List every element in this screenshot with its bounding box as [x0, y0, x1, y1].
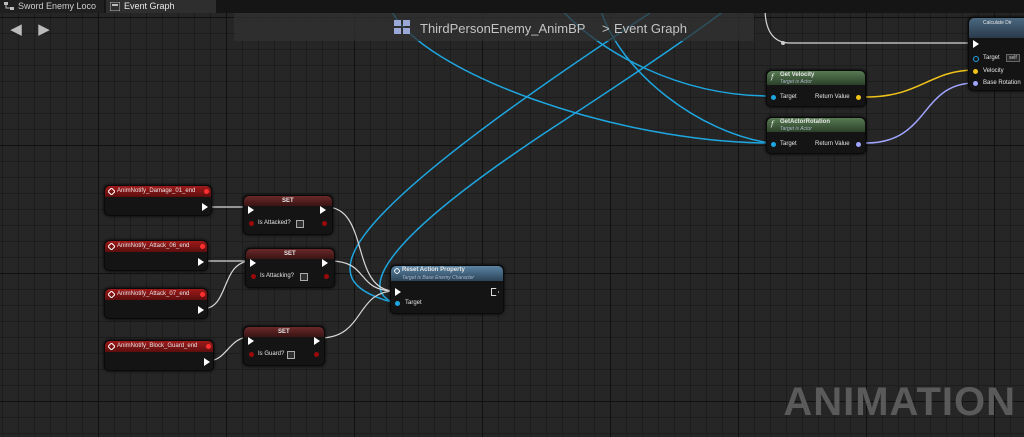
delegate-pin[interactable]	[206, 344, 211, 349]
self-default: self	[1006, 54, 1020, 62]
node-title: GetActorRotation	[780, 119, 830, 125]
event-icon	[108, 243, 115, 250]
breadcrumb: ThirdPersonEnemy_AnimBP > Event Graph	[234, 13, 754, 41]
event-node-attack-06-end[interactable]: AnimNotify_Attack_06_end	[104, 240, 208, 271]
base-rotation-pin[interactable]	[973, 81, 978, 86]
exec-in-pin[interactable]	[248, 206, 254, 214]
tab-label: Event Graph	[124, 1, 175, 11]
target-pin[interactable]	[395, 301, 400, 306]
bool-checkbox[interactable]	[296, 220, 304, 228]
node-subtitle: Target is Actor	[780, 126, 812, 132]
event-title: AnimNotify_Attack_07_end	[117, 291, 190, 297]
node-subtitle: Target is Actor	[780, 79, 812, 85]
velocity-pin[interactable]	[973, 69, 978, 74]
exec-out-pin[interactable]	[322, 259, 328, 267]
reset-action-property-node[interactable]: Reset Action Property Target is Base Ene…	[390, 265, 504, 314]
exec-out-pin[interactable]	[320, 206, 326, 214]
target-pin[interactable]	[973, 56, 979, 62]
event-graph-icon	[110, 2, 120, 11]
breadcrumb-graph[interactable]: Event Graph	[614, 21, 687, 36]
event-node-block-guard-end[interactable]: AnimNotify_Block_Guard_end	[104, 340, 214, 371]
graph-icon	[4, 2, 14, 10]
back-arrow-icon[interactable]: ◀	[8, 22, 24, 38]
bool-pin[interactable]	[249, 221, 254, 226]
return-label: Return Value	[815, 94, 850, 100]
set-title: SET	[282, 198, 294, 204]
exec-in-pin[interactable]	[248, 337, 254, 345]
function-icon: f	[771, 73, 774, 81]
exec-out-pin[interactable]	[198, 306, 204, 314]
node-subtitle: Target is Base Enemy Character	[402, 275, 475, 281]
calculate-direction-node[interactable]: Calculate Dir Target self Velocity Base …	[968, 17, 1024, 91]
delegate-pin[interactable]	[200, 244, 205, 249]
set-node-is-attacking[interactable]: SET Is Attacking?	[245, 248, 335, 288]
get-actor-rotation-node[interactable]: f GetActorRotation Target is Actor Targe…	[766, 117, 866, 154]
return-rotator-pin[interactable]	[856, 142, 861, 147]
set-node-is-guard[interactable]: SET Is Guard?	[243, 326, 325, 366]
event-title: AnimNotify_Block_Guard_end	[117, 343, 198, 349]
exec-out-pin[interactable]	[202, 203, 208, 211]
delegate-pin[interactable]	[204, 189, 209, 194]
node-title: Get Velocity	[780, 72, 815, 78]
delegate-pin[interactable]	[200, 292, 205, 297]
node-title: Reset Action Property	[402, 267, 465, 273]
bool-out-pin[interactable]	[314, 352, 319, 357]
get-velocity-node[interactable]: f Get Velocity Target is Actor Target Re…	[766, 70, 866, 107]
set-title: SET	[278, 329, 290, 335]
exec-out-pin[interactable]	[198, 258, 204, 266]
set-title: SET	[284, 251, 296, 257]
tab-label: Sword Enemy Loco	[18, 1, 97, 11]
event-title: AnimNotify_Damage_01_end	[117, 188, 196, 194]
variable-label: Is Attacking?	[260, 273, 295, 279]
exec-in-pin[interactable]	[973, 40, 979, 48]
target-label: Target	[405, 300, 422, 306]
variable-label: Is Attacked?	[258, 220, 291, 226]
graph-canvas[interactable]: ◀ ▶ ThirdPersonEnemy_AnimBP > Event Grap…	[0, 13, 1024, 437]
bool-checkbox[interactable]	[287, 351, 295, 359]
tab-sword-enemy-loco[interactable]: Sword Enemy Loco	[0, 0, 104, 13]
target-label: Target	[983, 55, 1000, 61]
tab-event-graph[interactable]: Event Graph	[106, 0, 216, 13]
bool-checkbox[interactable]	[300, 273, 308, 281]
bool-pin[interactable]	[249, 352, 254, 357]
event-node-damage-01-end[interactable]: AnimNotify_Damage_01_end	[104, 185, 212, 216]
event-icon	[108, 188, 115, 195]
reroute-knot[interactable]	[781, 41, 785, 45]
exec-out-pin[interactable]	[491, 288, 499, 296]
base-rotation-label: Base Rotation	[983, 80, 1021, 86]
event-node-attack-07-end[interactable]: AnimNotify_Attack_07_end	[104, 288, 208, 319]
bool-pin[interactable]	[251, 274, 256, 279]
exec-out-pin[interactable]	[204, 358, 210, 366]
forward-arrow-icon[interactable]: ▶	[36, 22, 52, 38]
target-pin[interactable]	[771, 95, 776, 100]
exec-in-pin[interactable]	[395, 288, 401, 296]
function-icon: f	[771, 120, 774, 128]
breadcrumb-blueprint[interactable]: ThirdPersonEnemy_AnimBP	[420, 21, 585, 36]
exec-out-pin[interactable]	[314, 337, 320, 345]
event-icon	[108, 343, 115, 350]
blueprint-icon	[394, 20, 410, 34]
target-pin[interactable]	[771, 142, 776, 147]
node-title: Calculate Dir	[983, 20, 1012, 26]
function-icon	[394, 268, 400, 274]
breadcrumb-separator: >	[602, 21, 610, 36]
exec-in-pin[interactable]	[250, 259, 256, 267]
variable-label: Is Guard?	[258, 351, 285, 357]
velocity-label: Velocity	[983, 68, 1004, 74]
bool-out-pin[interactable]	[322, 221, 327, 226]
event-title: AnimNotify_Attack_06_end	[117, 243, 190, 249]
set-node-is-attacked[interactable]: SET Is Attacked?	[243, 195, 333, 235]
wire-layer	[201, 13, 976, 362]
target-label: Target	[780, 94, 797, 100]
target-label: Target	[780, 141, 797, 147]
tab-bar: Sword Enemy Loco Event Graph	[0, 0, 1024, 13]
bool-out-pin[interactable]	[324, 274, 329, 279]
return-label: Return Value	[815, 141, 850, 147]
event-icon	[108, 291, 115, 298]
return-vector-pin[interactable]	[856, 95, 861, 100]
graph-type-watermark: ANIMATION	[783, 380, 1016, 424]
